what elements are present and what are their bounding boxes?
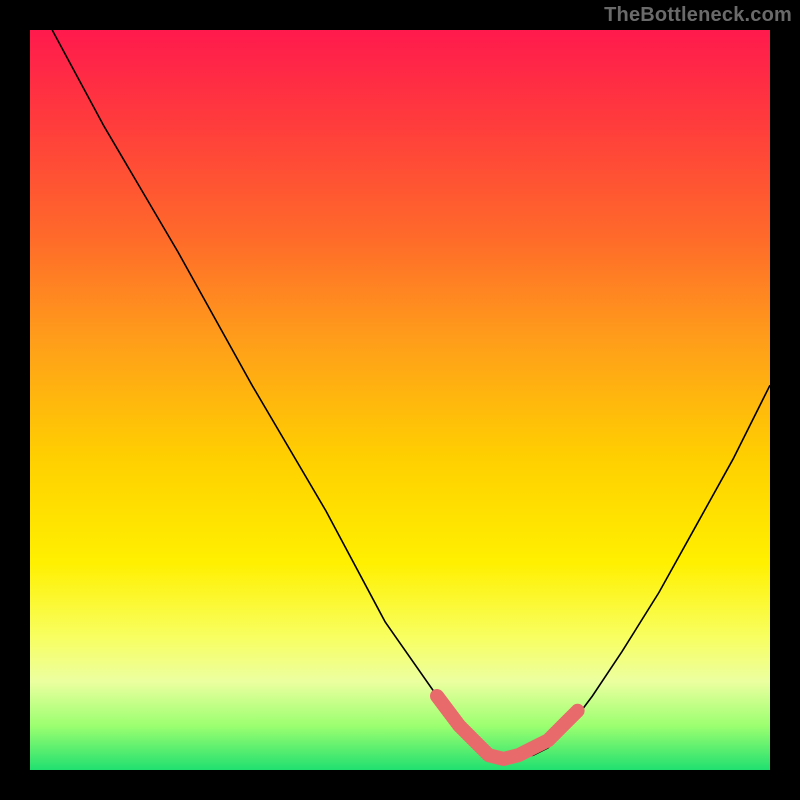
coral-highlight-segment	[437, 696, 578, 759]
curve-layer	[30, 30, 770, 770]
chart-canvas: TheBottleneck.com	[0, 0, 800, 800]
watermark-text: TheBottleneck.com	[604, 4, 792, 27]
bottleneck-curve	[52, 30, 770, 759]
